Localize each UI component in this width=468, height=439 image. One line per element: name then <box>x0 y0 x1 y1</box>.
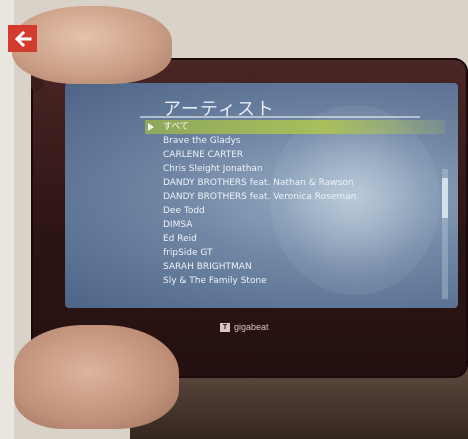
artist-list-item[interactable]: fripSide GT <box>145 246 445 260</box>
device-brand-logo: T gigabeat <box>220 322 269 332</box>
artist-list-item[interactable]: Sly & The Family Stone <box>145 274 445 288</box>
brand-name: gigabeat <box>234 322 269 332</box>
selection-cursor-icon <box>148 123 154 131</box>
artist-name: Dee Todd <box>163 206 205 216</box>
scrollbar-thumb <box>442 178 448 218</box>
artist-list-item[interactable]: DIMSA <box>145 218 445 232</box>
page-margin-strip <box>0 0 14 439</box>
artist-name: SARAH BRIGHTMAN <box>163 262 252 272</box>
artist-name: DANDY BROTHERS feat. Nathan & Rawson <box>163 178 354 188</box>
artist-name: Sly & The Family Stone <box>163 276 267 286</box>
artist-name: fripSide GT <box>163 248 213 258</box>
title-divider <box>140 116 420 118</box>
artist-list-item[interactable]: SARAH BRIGHTMAN <box>145 260 445 274</box>
brand-mark-icon: T <box>220 322 230 332</box>
device-screen: アーティスト すべて Brave the Gladys CARLENE CARTER… <box>65 83 458 308</box>
artist-list-item[interactable]: Dee Todd <box>145 204 445 218</box>
artist-name: Brave the Gladys <box>163 136 241 146</box>
artist-name: Ed Reid <box>163 234 197 244</box>
artist-list-item[interactable]: すべて <box>145 120 445 134</box>
artist-list-item[interactable]: Ed Reid <box>145 232 445 246</box>
artist-name: DANDY BROTHERS feat. Veronica Roseman <box>163 192 357 202</box>
artist-name: Chris Sleight Jonathan <box>163 164 263 174</box>
arrow-left-icon <box>14 30 31 47</box>
artist-name: DIMSA <box>163 220 193 230</box>
artist-name: すべて <box>163 122 190 132</box>
artist-list-item[interactable]: Brave the Gladys <box>145 134 445 148</box>
artist-name: CARLENE CARTER <box>163 150 244 160</box>
artist-list-item[interactable]: Chris Sleight Jonathan <box>145 162 445 176</box>
artist-list-item[interactable]: CARLENE CARTER <box>145 148 445 162</box>
artist-list: すべて Brave the Gladys CARLENE CARTER Chris S… <box>145 120 445 288</box>
artist-list-item[interactable]: DANDY BROTHERS feat. Nathan & Rawson <box>145 176 445 190</box>
back-button[interactable] <box>8 25 37 52</box>
hand-bottom-thumb <box>14 325 179 429</box>
artist-list-item[interactable]: DANDY BROTHERS feat. Veronica Roseman <box>145 190 445 204</box>
